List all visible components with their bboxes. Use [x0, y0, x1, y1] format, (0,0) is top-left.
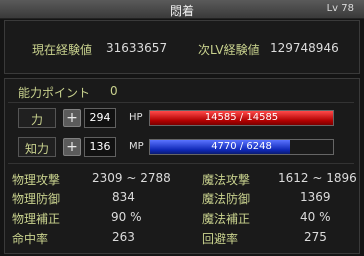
str-label-box: 力 — [18, 108, 56, 128]
int-value: 136 — [84, 137, 116, 157]
physical-correction-label: 物理補正 — [12, 212, 61, 226]
int-label: 知力 — [24, 142, 49, 156]
level-label: Lv 78 — [326, 3, 354, 14]
physical-correction-value: 90 % — [111, 210, 142, 224]
magic-defense-label: 魔法防御 — [202, 192, 251, 206]
stats-panel — [4, 78, 360, 254]
mp-label: MP — [129, 141, 144, 152]
hp-text: 14585 / 14585 — [204, 112, 279, 123]
hp-bar: 14585 / 14585 — [149, 110, 334, 126]
hp-label: HP — [129, 112, 143, 123]
physical-defense-value: 834 — [112, 190, 135, 204]
current-exp-value: 31633657 — [106, 41, 168, 55]
magic-defense-value: 1369 — [300, 190, 331, 204]
evasion-rate-label: 回避率 — [202, 232, 239, 246]
current-exp-label: 現在経験値 — [32, 43, 93, 57]
divider — [8, 163, 354, 164]
title-bar[interactable]: 悶着 Lv 78 — [0, 0, 364, 19]
magic-correction-label: 魔法補正 — [202, 212, 251, 226]
next-exp-value: 129748946 — [270, 41, 339, 55]
ability-points-label: 能力ポイント — [18, 86, 91, 100]
mp-text: 4770 / 6248 — [211, 141, 272, 152]
window-title: 悶着 — [169, 4, 194, 18]
physical-attack-value: 2309 ~ 2788 — [92, 171, 171, 185]
int-label-box: 知力 — [18, 137, 56, 157]
physical-defense-label: 物理防御 — [12, 192, 61, 206]
physical-attack-label: 物理攻撃 — [12, 173, 61, 187]
hit-rate-value: 263 — [112, 230, 135, 244]
evasion-rate-value: 275 — [304, 230, 327, 244]
magic-correction-value: 40 % — [300, 210, 331, 224]
ability-points-value: 0 — [110, 84, 118, 98]
str-label: 力 — [30, 113, 43, 127]
hit-rate-label: 命中率 — [12, 232, 49, 246]
str-plus-button[interactable]: + — [63, 109, 81, 127]
str-value: 294 — [84, 108, 116, 128]
magic-attack-value: 1612 ~ 1896 — [278, 171, 357, 185]
int-plus-button[interactable]: + — [63, 138, 81, 156]
next-exp-label: 次LV経験値 — [198, 43, 260, 57]
magic-attack-label: 魔法攻撃 — [202, 173, 251, 187]
divider — [8, 102, 354, 103]
mp-bar: 4770 / 6248 — [149, 139, 334, 155]
